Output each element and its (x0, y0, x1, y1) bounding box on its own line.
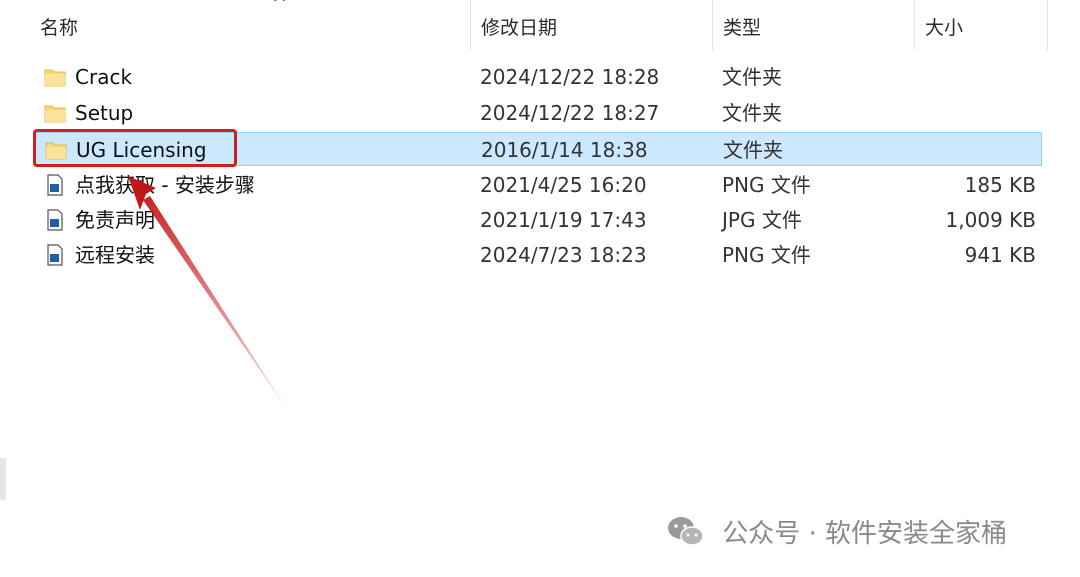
image-file-icon (47, 244, 63, 266)
annotation-highlight-box (33, 129, 237, 167)
image-file-icon (47, 174, 63, 196)
column-name-label: 名称 (40, 17, 79, 39)
sort-ascending-icon: ^ (272, 0, 288, 14)
file-size: 185 KB (964, 173, 1036, 197)
file-name: Setup (75, 101, 134, 125)
column-header-date[interactable]: 修改日期 (470, 0, 712, 50)
column-date-label: 修改日期 (481, 17, 558, 39)
file-type: 文件夹 (723, 138, 783, 162)
column-header-size[interactable]: 大小 (914, 0, 1048, 50)
file-type: 文件夹 (722, 65, 782, 89)
file-date: 2021/1/19 17:43 (480, 208, 647, 232)
file-row[interactable]: 免责声明 2021/1/19 17:43 JPG 文件 1,009 KB (34, 203, 1042, 237)
file-size: 1,009 KB (945, 208, 1036, 232)
file-type: 文件夹 (722, 101, 782, 125)
file-type: PNG 文件 (722, 243, 811, 267)
file-type: JPG 文件 (722, 208, 802, 232)
wechat-icon (668, 516, 704, 546)
file-name: 点我获取 - 安装步骤 (75, 173, 255, 197)
column-type-label: 类型 (723, 17, 762, 39)
file-explorer-view: 名称 ^ 修改日期 类型 大小 Crack 2024/12/22 18:28 文… (0, 0, 1080, 577)
file-row[interactable]: Setup 2024/12/22 18:27 文件夹 (34, 96, 1042, 130)
file-type: PNG 文件 (722, 173, 811, 197)
file-date: 2021/4/25 16:20 (480, 173, 647, 197)
file-size: 941 KB (964, 243, 1036, 267)
file-date: 2024/7/23 18:23 (480, 243, 647, 267)
column-header: 名称 ^ 修改日期 类型 大小 (0, 0, 1050, 50)
file-name: 远程安装 (75, 243, 155, 267)
image-file-icon (47, 209, 63, 231)
file-row[interactable]: 点我获取 - 安装步骤 2021/4/25 16:20 PNG 文件 185 K… (34, 168, 1042, 202)
file-date: 2024/12/22 18:28 (480, 65, 660, 89)
file-row[interactable]: 远程安装 2024/7/23 18:23 PNG 文件 941 KB (34, 238, 1042, 272)
left-edge-scroll-mark (0, 458, 6, 500)
file-size (914, 96, 1036, 130)
folder-icon (44, 69, 66, 87)
column-size-label: 大小 (925, 17, 964, 39)
file-size (914, 60, 1036, 94)
column-header-type[interactable]: 类型 (712, 0, 914, 50)
file-date: 2024/12/22 18:27 (480, 101, 660, 125)
file-name: Crack (75, 65, 133, 89)
watermark: 公众号 · 软件安装全家桶 (666, 512, 1007, 556)
file-name: 免责声明 (75, 208, 155, 232)
file-size (915, 133, 1037, 167)
file-date: 2016/1/14 18:38 (481, 138, 648, 162)
watermark-text: 公众号 · 软件安装全家桶 (722, 519, 1008, 549)
folder-icon (44, 105, 66, 123)
file-row[interactable]: Crack 2024/12/22 18:28 文件夹 (34, 60, 1042, 94)
column-header-name[interactable]: 名称 ^ (30, 0, 470, 50)
